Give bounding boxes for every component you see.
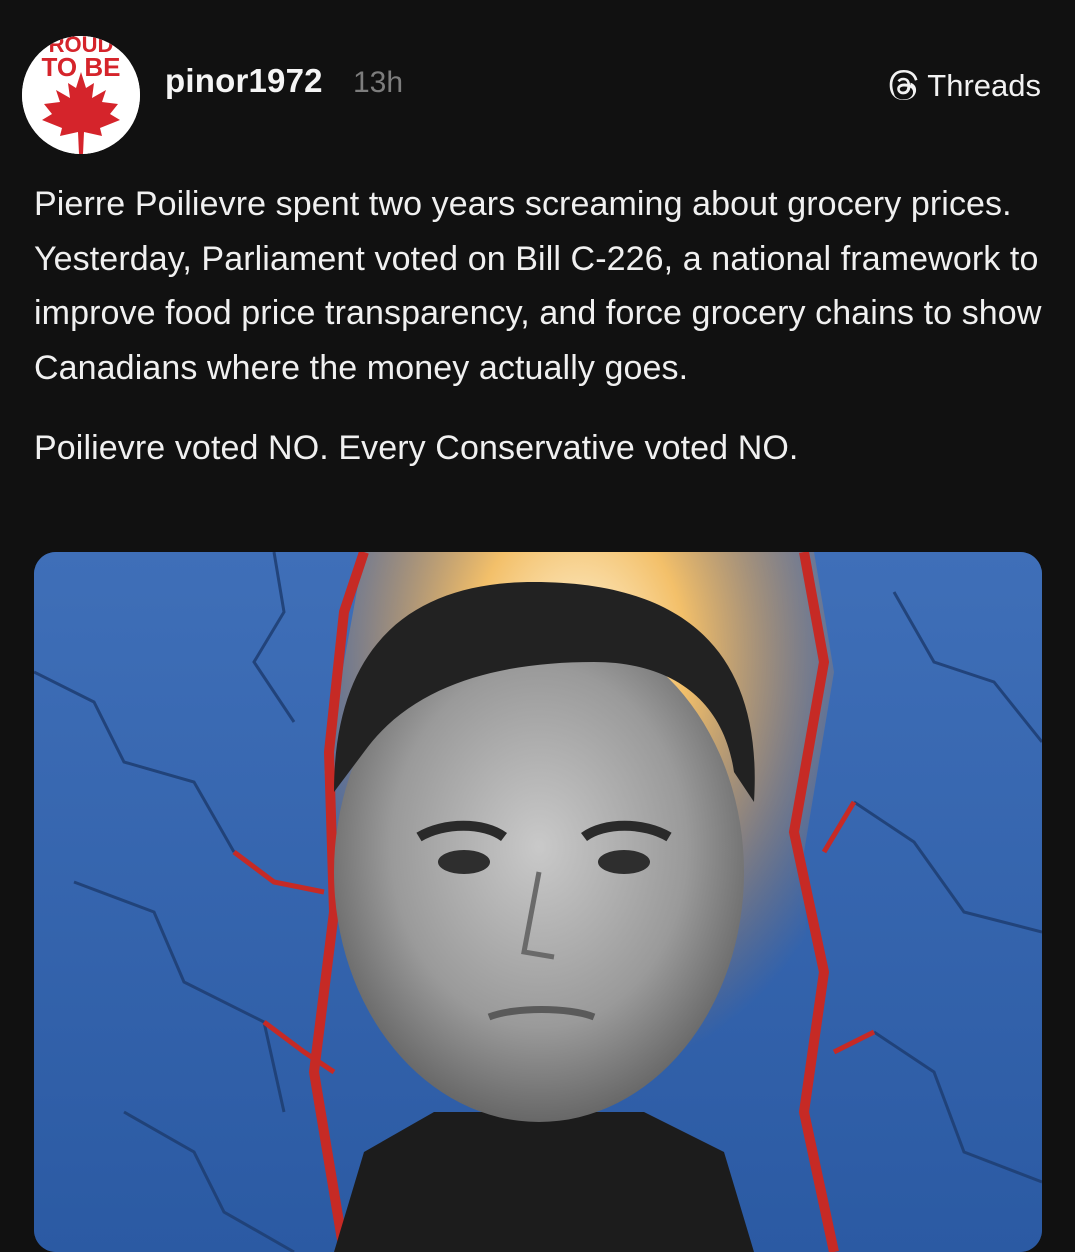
threads-badge[interactable]: Threads <box>889 66 1041 106</box>
threads-label: Threads <box>927 68 1041 103</box>
username[interactable]: pinor1972 <box>165 62 323 100</box>
post-paragraph: Poilievre voted NO. Every Conservative v… <box>34 429 799 467</box>
proud-to-be-canadian-logo: ROUD TO BE <box>22 36 140 154</box>
post-image[interactable] <box>34 552 1042 1252</box>
post-body: Pierre Poilievre spent two years screami… <box>34 177 1049 476</box>
cracked-wall-portrait-illustration <box>34 552 1042 1252</box>
threads-logo-icon <box>889 70 919 102</box>
post-paragraph: Pierre Poilievre spent two years screami… <box>34 185 1042 387</box>
timestamp: 13h <box>353 66 404 99</box>
post-header: ROUD TO BE pinor1972 13h Threads <box>0 0 1075 160</box>
avatar[interactable]: ROUD TO BE <box>22 36 140 154</box>
threads-post: ROUD TO BE pinor1972 13h Threads Pierre … <box>0 0 1075 1252</box>
